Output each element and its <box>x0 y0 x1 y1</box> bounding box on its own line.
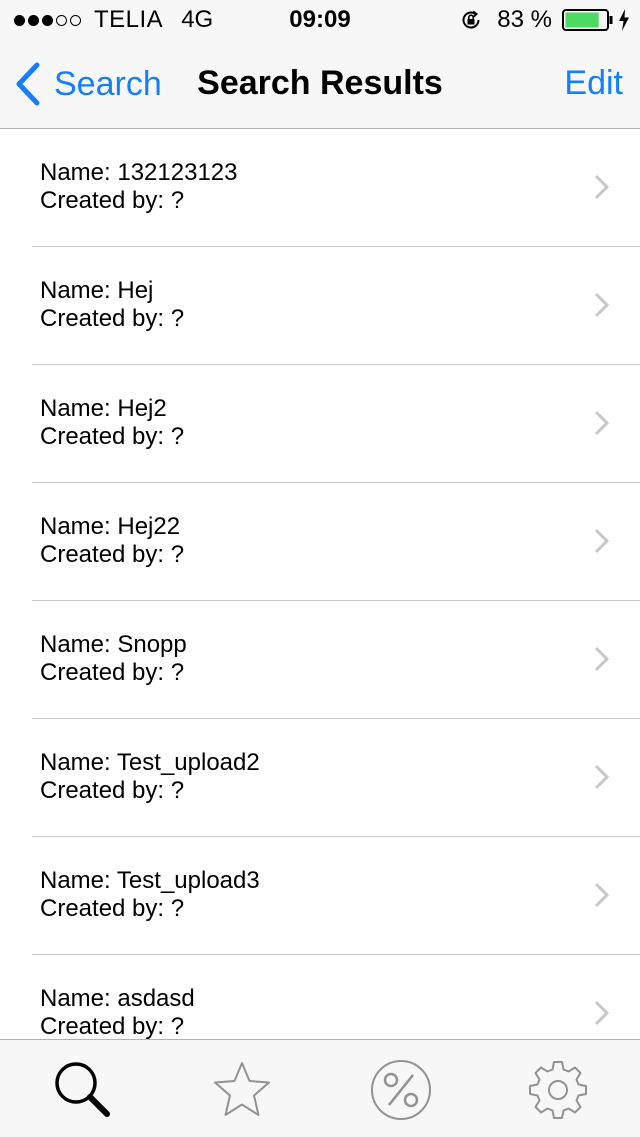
tab-settings[interactable] <box>526 1058 590 1122</box>
rotation-lock-icon <box>462 10 480 29</box>
search-icon <box>55 1062 110 1117</box>
item-created-by: Created by: ? <box>40 541 185 568</box>
item-name: Name: Snopp <box>40 631 187 658</box>
results-list: Name: 132123123 Created by: ? Name: Hej … <box>0 129 640 1039</box>
page-title: Search Results <box>197 64 443 102</box>
list-item[interactable]: Name: Snopp Created by: ? <box>32 601 640 719</box>
gear-icon <box>529 1061 587 1119</box>
chevron-right-icon <box>594 292 610 318</box>
navigation-bar: Search Search Results Edit <box>0 40 640 129</box>
tab-offers[interactable] <box>369 1058 433 1122</box>
tab-favorites[interactable] <box>210 1058 274 1122</box>
edit-button[interactable]: Edit <box>564 64 623 103</box>
item-created-by: Created by: ? <box>40 305 185 332</box>
item-name: Name: Test_upload3 <box>40 867 260 894</box>
list-item[interactable]: Name: Hej Created by: ? <box>32 247 640 365</box>
item-name: Name: Hej22 <box>40 513 181 540</box>
chevron-right-icon <box>594 882 610 908</box>
chevron-right-icon <box>594 764 610 790</box>
list-item[interactable]: Name: Hej22 Created by: ? <box>32 483 640 601</box>
tab-search[interactable] <box>50 1058 114 1122</box>
tab-bar <box>0 1039 640 1137</box>
chevron-right-icon <box>594 646 610 672</box>
item-created-by: Created by: ? <box>40 777 185 804</box>
item-created-by: Created by: ? <box>40 1013 185 1039</box>
item-name: Name: 132123123 <box>40 159 238 186</box>
chevron-right-icon <box>594 174 610 200</box>
status-right: 83 % <box>459 6 630 34</box>
list-item[interactable]: Name: Test_upload2 Created by: ? <box>32 719 640 837</box>
percent-icon <box>371 1060 431 1120</box>
status-bar: TELIA 4G 09:09 83 % <box>0 0 640 40</box>
battery-icon <box>562 9 613 31</box>
item-created-by: Created by: ? <box>40 423 185 450</box>
star-icon <box>214 1062 270 1116</box>
battery-percentage: 83 % <box>497 6 552 33</box>
charging-icon <box>619 9 629 31</box>
list-item[interactable]: Name: 132123123 Created by: ? <box>32 129 640 247</box>
item-name: Name: Hej2 <box>40 395 167 422</box>
list-item[interactable]: Name: Test_upload3 Created by: ? <box>32 837 640 955</box>
chevron-right-icon <box>594 528 610 554</box>
item-created-by: Created by: ? <box>40 895 185 922</box>
list-item[interactable]: Name: Hej2 Created by: ? <box>32 365 640 483</box>
chevron-right-icon <box>594 1000 610 1026</box>
chevron-right-icon <box>594 410 610 436</box>
item-created-by: Created by: ? <box>40 659 185 686</box>
item-name: Name: asdasd <box>40 985 195 1012</box>
item-name: Name: Hej <box>40 277 154 304</box>
list-item[interactable]: Name: asdasd Created by: ? <box>32 955 640 1039</box>
item-name: Name: Test_upload2 <box>40 749 260 776</box>
item-created-by: Created by: ? <box>40 187 185 214</box>
